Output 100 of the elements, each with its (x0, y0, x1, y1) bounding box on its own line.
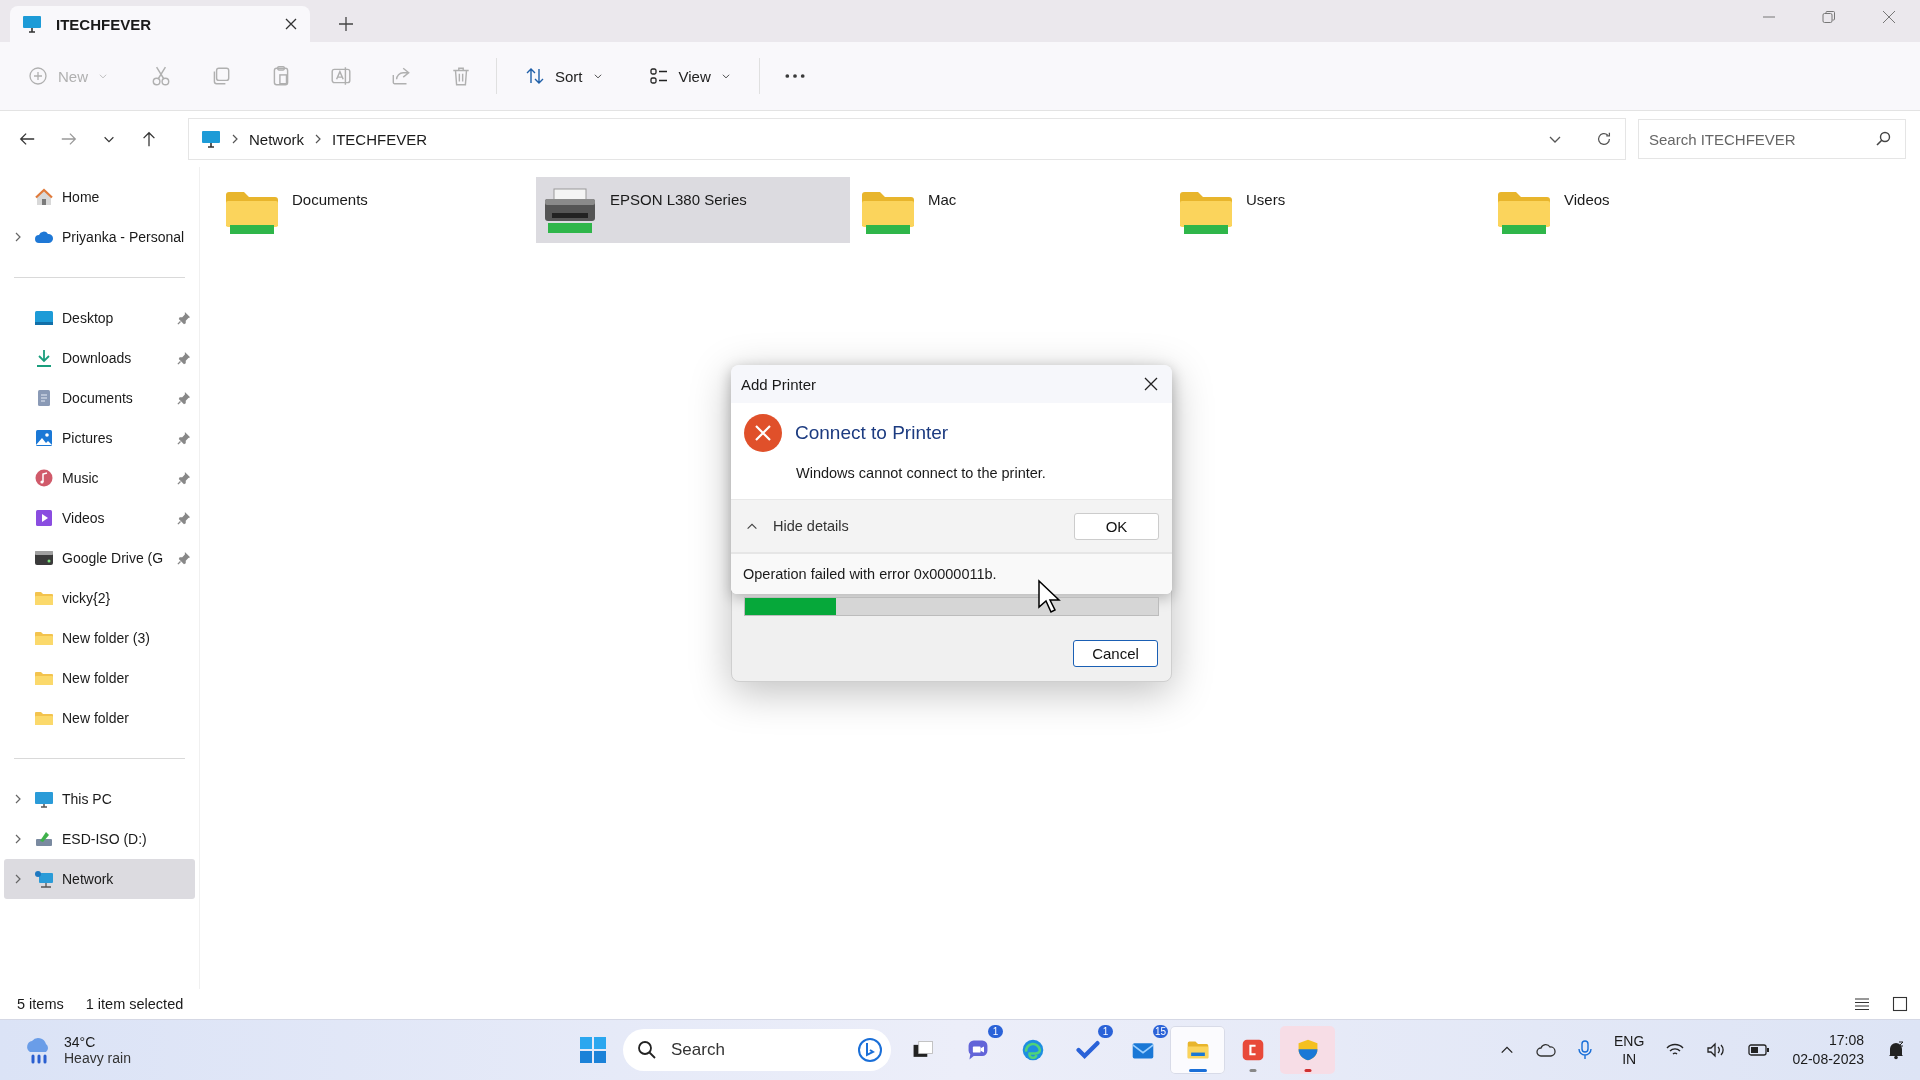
download-icon (34, 348, 54, 368)
folder-icon (1185, 1038, 1210, 1062)
desktop-icon (34, 308, 54, 328)
pictures-icon (34, 428, 54, 448)
microphone-icon[interactable] (1578, 1040, 1593, 1060)
search-box[interactable]: Search ITECHFEVER (1638, 119, 1906, 159)
sidebar-item[interactable]: Priyanka - Personal (4, 217, 195, 257)
error-icon (743, 413, 783, 453)
sidebar-item[interactable]: New folder (4, 658, 195, 698)
search-icon (1875, 131, 1891, 147)
pin-icon (177, 551, 191, 565)
pin-icon (177, 311, 191, 325)
close-icon[interactable] (284, 17, 298, 31)
sidebar-item[interactable]: Pictures (4, 418, 195, 458)
chevron-right-icon (314, 134, 322, 144)
plus-icon (28, 66, 48, 86)
ok-button[interactable]: OK (1074, 512, 1159, 540)
taskbar-button[interactable]: 1 (1060, 1026, 1115, 1074)
file-item[interactable]: Documents (218, 177, 532, 243)
taskbar-button[interactable]: 1 (950, 1026, 1005, 1074)
view-button[interactable]: View (644, 60, 735, 92)
file-item[interactable]: EPSON L380 Series (536, 177, 850, 243)
browser-icon (1020, 1038, 1045, 1062)
language-indicator[interactable]: ENG IN (1614, 1032, 1645, 1068)
sidebar-item[interactable]: New folder (4, 698, 195, 738)
address-bar[interactable]: Network ITECHFEVER (188, 118, 1626, 160)
chevron-down-icon (592, 71, 603, 81)
sidebar-item[interactable]: This PC (4, 779, 195, 819)
file-item[interactable]: Videos (1490, 177, 1804, 243)
video-icon (34, 508, 54, 528)
cloud-icon[interactable] (1536, 1042, 1557, 1058)
sidebar-item[interactable]: Desktop (4, 298, 195, 338)
search-input[interactable]: Search ITECHFEVER (1649, 128, 1875, 150)
forward-arrow-icon[interactable] (60, 130, 78, 148)
sidebar-item[interactable]: New folder (3) (4, 618, 195, 658)
sort-button[interactable]: Sort (521, 60, 607, 92)
cancel-button[interactable]: Cancel (1073, 640, 1158, 667)
sidebar-item[interactable]: Music (4, 458, 195, 498)
drive-icon (34, 548, 54, 568)
expand-chevron-icon[interactable] (13, 874, 23, 884)
sort-icon (525, 66, 545, 86)
volume-icon[interactable] (1706, 1042, 1727, 1058)
file-item[interactable]: Mac (854, 177, 1168, 243)
taskbar-search-input[interactable]: Search (669, 1039, 845, 1061)
pin-icon (177, 391, 191, 405)
breadcrumb[interactable]: ITECHFEVER (332, 130, 428, 148)
pin-icon (177, 351, 191, 365)
taskbar-button[interactable]: 15 (1115, 1026, 1170, 1074)
sidebar-item[interactable]: Network (4, 859, 195, 899)
mouse-pointer-icon (1037, 579, 1063, 615)
pin-icon (177, 511, 191, 525)
sidebar-item[interactable]: ESD-ISO (D:) (4, 819, 195, 859)
up-arrow-icon[interactable] (140, 130, 158, 148)
sidebar-item[interactable]: Documents (4, 378, 195, 418)
search-icon (637, 1040, 657, 1060)
new-tab-icon[interactable] (338, 16, 354, 32)
sidebar-item[interactable]: Home (4, 177, 195, 217)
item-count: 5 items (17, 996, 64, 1012)
notification-badge: 1 (1098, 1025, 1113, 1038)
computer-icon (201, 129, 221, 149)
close-icon[interactable] (1144, 377, 1158, 391)
notification-badge: 1 (988, 1025, 1003, 1038)
music-icon (34, 468, 54, 488)
refresh-icon[interactable] (1595, 130, 1613, 148)
sidebar-item[interactable]: Downloads (4, 338, 195, 378)
expand-chevron-icon[interactable] (13, 232, 23, 242)
computer-icon (22, 14, 42, 34)
window-tab[interactable]: ITECHFEVER (10, 6, 310, 42)
chevron-down-icon (98, 71, 108, 81)
chevron-right-icon (231, 134, 239, 144)
sidebar-item[interactable]: Google Drive (G (4, 538, 195, 578)
bing-chat-icon[interactable] (857, 1037, 883, 1063)
sidebar-item[interactable]: vicky{2} (4, 578, 195, 618)
notification-badge: 15 (1153, 1025, 1168, 1038)
clock[interactable]: 17:08 02-08-2023 (1792, 1031, 1864, 1069)
file-item[interactable]: Users (1172, 177, 1486, 243)
drive-icon (34, 829, 54, 849)
restore-icon[interactable] (1822, 10, 1836, 24)
view-icon (648, 66, 669, 86)
checkmark-icon (1075, 1038, 1100, 1062)
breadcrumb[interactable]: Network (249, 130, 304, 148)
tiles-view-icon[interactable] (1892, 996, 1908, 1012)
pin-icon (177, 471, 191, 485)
computer-icon (34, 789, 54, 809)
details-toggle[interactable]: Hide details (745, 518, 849, 534)
sidebar-item[interactable]: Videos (4, 498, 195, 538)
back-arrow-icon[interactable] (18, 130, 36, 148)
expand-chevron-icon[interactable] (13, 794, 23, 804)
details-view-icon[interactable] (1854, 996, 1870, 1012)
selection-count: 1 item selected (85, 996, 184, 1012)
windows-start-icon[interactable] (579, 1036, 607, 1064)
battery-icon[interactable] (1748, 1043, 1771, 1057)
expand-chevron-icon[interactable] (13, 834, 23, 844)
printer-icon (542, 187, 598, 235)
dialog-title: Add Printer (741, 375, 817, 393)
dialog-message: Windows cannot connect to the printer. (795, 464, 1047, 483)
recorder-icon (1240, 1038, 1265, 1062)
taskbar-search-box[interactable]: Search (623, 1029, 891, 1071)
chevron-down-icon (720, 71, 731, 81)
weather-condition: Heavy rain (64, 1050, 131, 1066)
